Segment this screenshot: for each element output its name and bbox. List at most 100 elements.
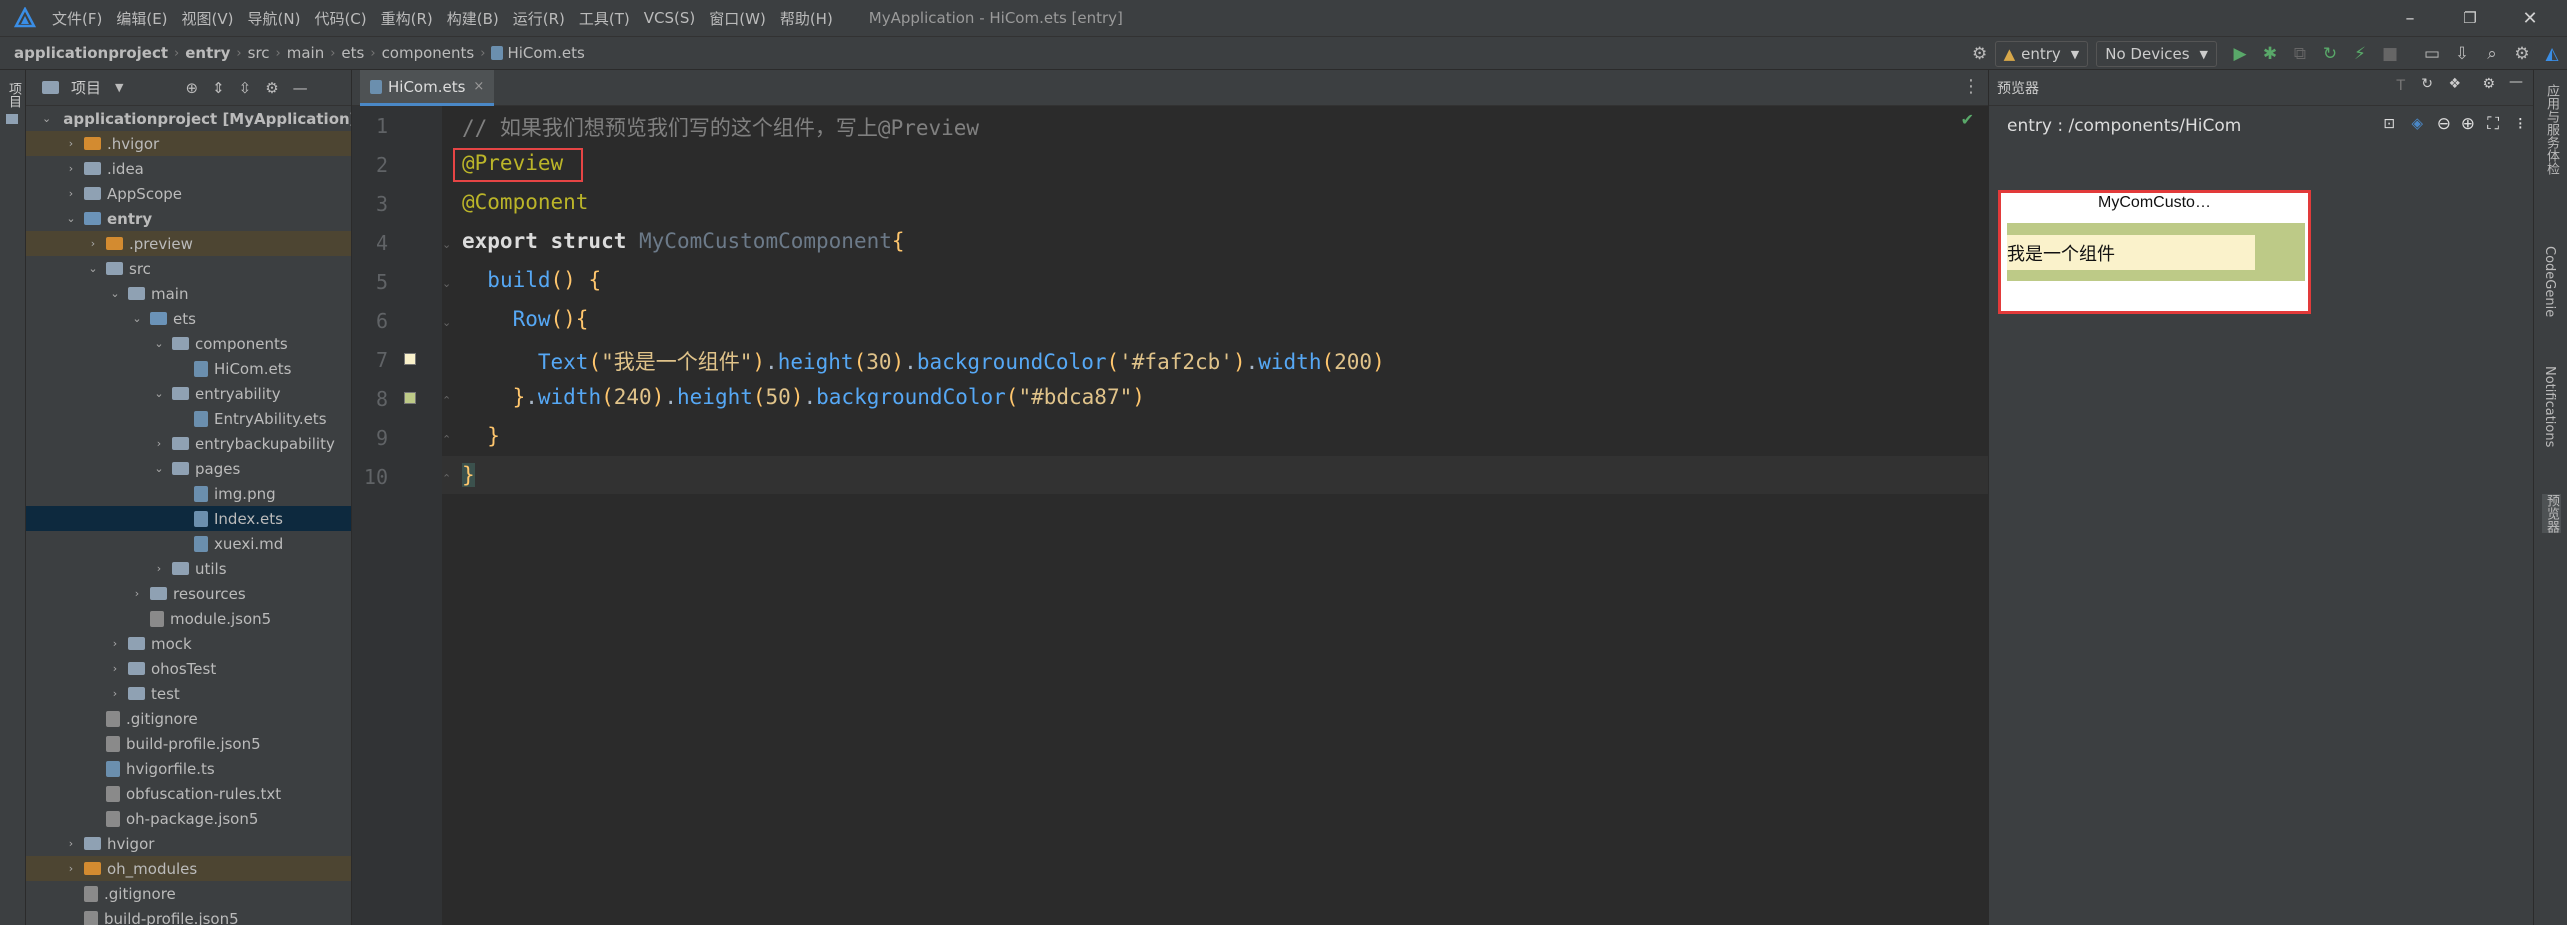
menu-window[interactable]: 窗口(W) [709,8,766,29]
notifications-tool[interactable]: Notifications [2542,366,2557,447]
chevron-right-icon[interactable]: › [64,862,78,875]
tree-item[interactable]: HiCom.ets [26,356,351,381]
chevron-right-icon[interactable]: › [152,437,166,450]
chevron-right-icon[interactable]: › [152,562,166,575]
chevron-down-icon[interactable]: ⌄ [130,312,144,325]
menu-navigate[interactable]: 导航(N) [248,8,301,29]
fold-icon[interactable]: ⌃ [442,472,456,486]
code-editor[interactable]: 1 2 3 4 5 6 7 8 9 10 ⌄ ⌄ ⌄ ⌃ ⌃ ⌃ // 如果我们… [352,106,1988,925]
layers-icon[interactable]: ◈ [2411,114,2423,132]
run-icon[interactable]: ▶ [2225,39,2255,69]
tree-item[interactable]: › .preview [26,231,351,256]
chevron-right-icon[interactable]: › [108,662,122,675]
menu-run[interactable]: 运行(R) [513,8,565,29]
tree-item[interactable]: obfuscation-rules.txt [26,781,351,806]
chevron-down-icon[interactable]: ⌄ [86,262,100,275]
color-swatch-icon[interactable] [404,392,416,404]
search-icon[interactable]: ⌕ [2477,39,2507,69]
tree-item[interactable]: › entrybackupability [26,431,351,456]
app-health-check-tool[interactable]: 应用与服务体检 [2542,84,2561,175]
collapse-all-icon[interactable]: ⇳ [239,79,252,97]
chevron-down-icon[interactable]: ⌄ [152,337,166,350]
breadcrumb-components[interactable]: components [382,44,475,62]
ide-logo-icon[interactable]: ◭ [2537,39,2567,69]
chevron-right-icon[interactable]: › [130,587,144,600]
more-options-icon[interactable]: ⋮ [1962,76,1980,97]
menu-vcs[interactable]: VCS(S) [644,9,695,27]
tree-item[interactable]: › oh_modules [26,856,351,881]
chevron-down-icon[interactable]: ⌄ [64,212,78,225]
tree-item[interactable]: EntryAbility.ets [26,406,351,431]
breadcrumb-ets[interactable]: ets [341,44,364,62]
color-swatch-icon[interactable] [404,353,416,365]
fold-icon[interactable]: ⌄ [442,316,456,330]
tree-item[interactable]: xuexi.md [26,531,351,556]
tree-item[interactable]: › .hvigor [26,131,351,156]
tree-item[interactable]: › hvigor [26,831,351,856]
inspector-icon[interactable]: ⊡ [2383,116,2395,132]
menu-view[interactable]: 视图(V) [182,8,234,29]
close-tab-icon[interactable]: × [473,79,484,94]
tree-item[interactable]: oh-package.json5 [26,806,351,831]
menu-build[interactable]: 构建(B) [447,8,499,29]
chevron-down-icon[interactable]: ⌄ [152,387,166,400]
multi-device-icon[interactable]: ❖ [2448,76,2461,92]
chevron-right-icon[interactable]: › [108,687,122,700]
fold-icon[interactable]: ⌃ [442,433,456,447]
chevron-down-icon[interactable]: ⌄ [108,287,122,300]
chevron-down-icon[interactable]: ⌄ [42,112,51,125]
tree-item[interactable]: › utils [26,556,351,581]
restore-button[interactable]: ❐ [2440,0,2500,36]
breadcrumb-project[interactable]: applicationproject [14,44,168,62]
tree-item[interactable]: build-profile.json5 [26,906,351,925]
zoom-in-icon[interactable]: ⊕ [2461,114,2475,134]
device-manager-icon[interactable]: ▭ [2417,39,2447,69]
chevron-right-icon[interactable]: › [108,637,122,650]
fold-icon[interactable]: ⌄ [442,238,456,252]
settings-target-icon[interactable]: ⚙ [1965,39,1995,69]
refresh-icon[interactable]: ↻ [2421,76,2433,92]
tab-hicom[interactable]: HiCom.ets × [360,70,495,106]
tree-item[interactable]: module.json5 [26,606,351,631]
hide-icon[interactable]: — [2509,74,2523,90]
gear-icon[interactable]: ⚙ [2507,39,2537,69]
tree-item[interactable]: .gitignore [26,706,351,731]
chevron-down-icon[interactable]: ⌄ [152,462,166,475]
menu-tools[interactable]: 工具(T) [579,8,630,29]
project-panel-title[interactable]: 项目 [71,77,101,98]
expand-all-icon[interactable]: ⇕ [212,79,225,97]
tree-item[interactable]: › .idea [26,156,351,181]
ratio-icon[interactable]: ⁝ [2518,114,2523,134]
chevron-right-icon[interactable]: › [64,137,78,150]
chevron-right-icon[interactable]: › [64,837,78,850]
tree-item[interactable]: › test [26,681,351,706]
tree-item[interactable]: ⌄ entry [26,206,351,231]
stop-icon[interactable]: ■ [2375,39,2405,69]
debug-icon[interactable]: ✱ [2255,39,2285,69]
menu-refactor[interactable]: 重构(R) [381,8,433,29]
tree-item[interactable]: .gitignore [26,881,351,906]
menu-edit[interactable]: 编辑(E) [116,8,167,29]
tree-item[interactable]: › ohosTest [26,656,351,681]
previewer-tool[interactable]: 预览器 [2542,494,2561,533]
breadcrumb-file[interactable]: HiCom.ets [507,44,584,62]
tree-item[interactable]: ⌄ entryability [26,381,351,406]
minimize-button[interactable]: – [2380,0,2440,36]
device-select[interactable]: No Devices ▼ [2096,41,2217,67]
sdk-manager-icon[interactable]: ⇩ [2447,39,2477,69]
close-window-button[interactable]: ✕ [2500,0,2560,36]
attach-debugger-icon[interactable]: ⧉ [2285,39,2315,69]
component-preview[interactable]: MyComCusto… 我是一个组件 [1998,190,2311,314]
locate-icon[interactable]: ⊕ [185,79,198,97]
fold-icon[interactable]: ⌃ [442,394,456,408]
tree-item[interactable]: Index.ets [26,506,351,531]
gear-icon[interactable]: ⚙ [265,79,278,97]
project-tool-button[interactable]: 项目 [4,82,23,108]
chevron-right-icon[interactable]: › [64,187,78,200]
font-size-icon[interactable]: T [2396,78,2405,94]
menu-code[interactable]: 代码(C) [314,8,366,29]
breadcrumb-entry[interactable]: entry [185,44,230,62]
module-select[interactable]: ▲ entry ▼ [1994,41,2089,67]
chevron-right-icon[interactable]: › [86,237,100,250]
tree-item[interactable]: › resources [26,581,351,606]
